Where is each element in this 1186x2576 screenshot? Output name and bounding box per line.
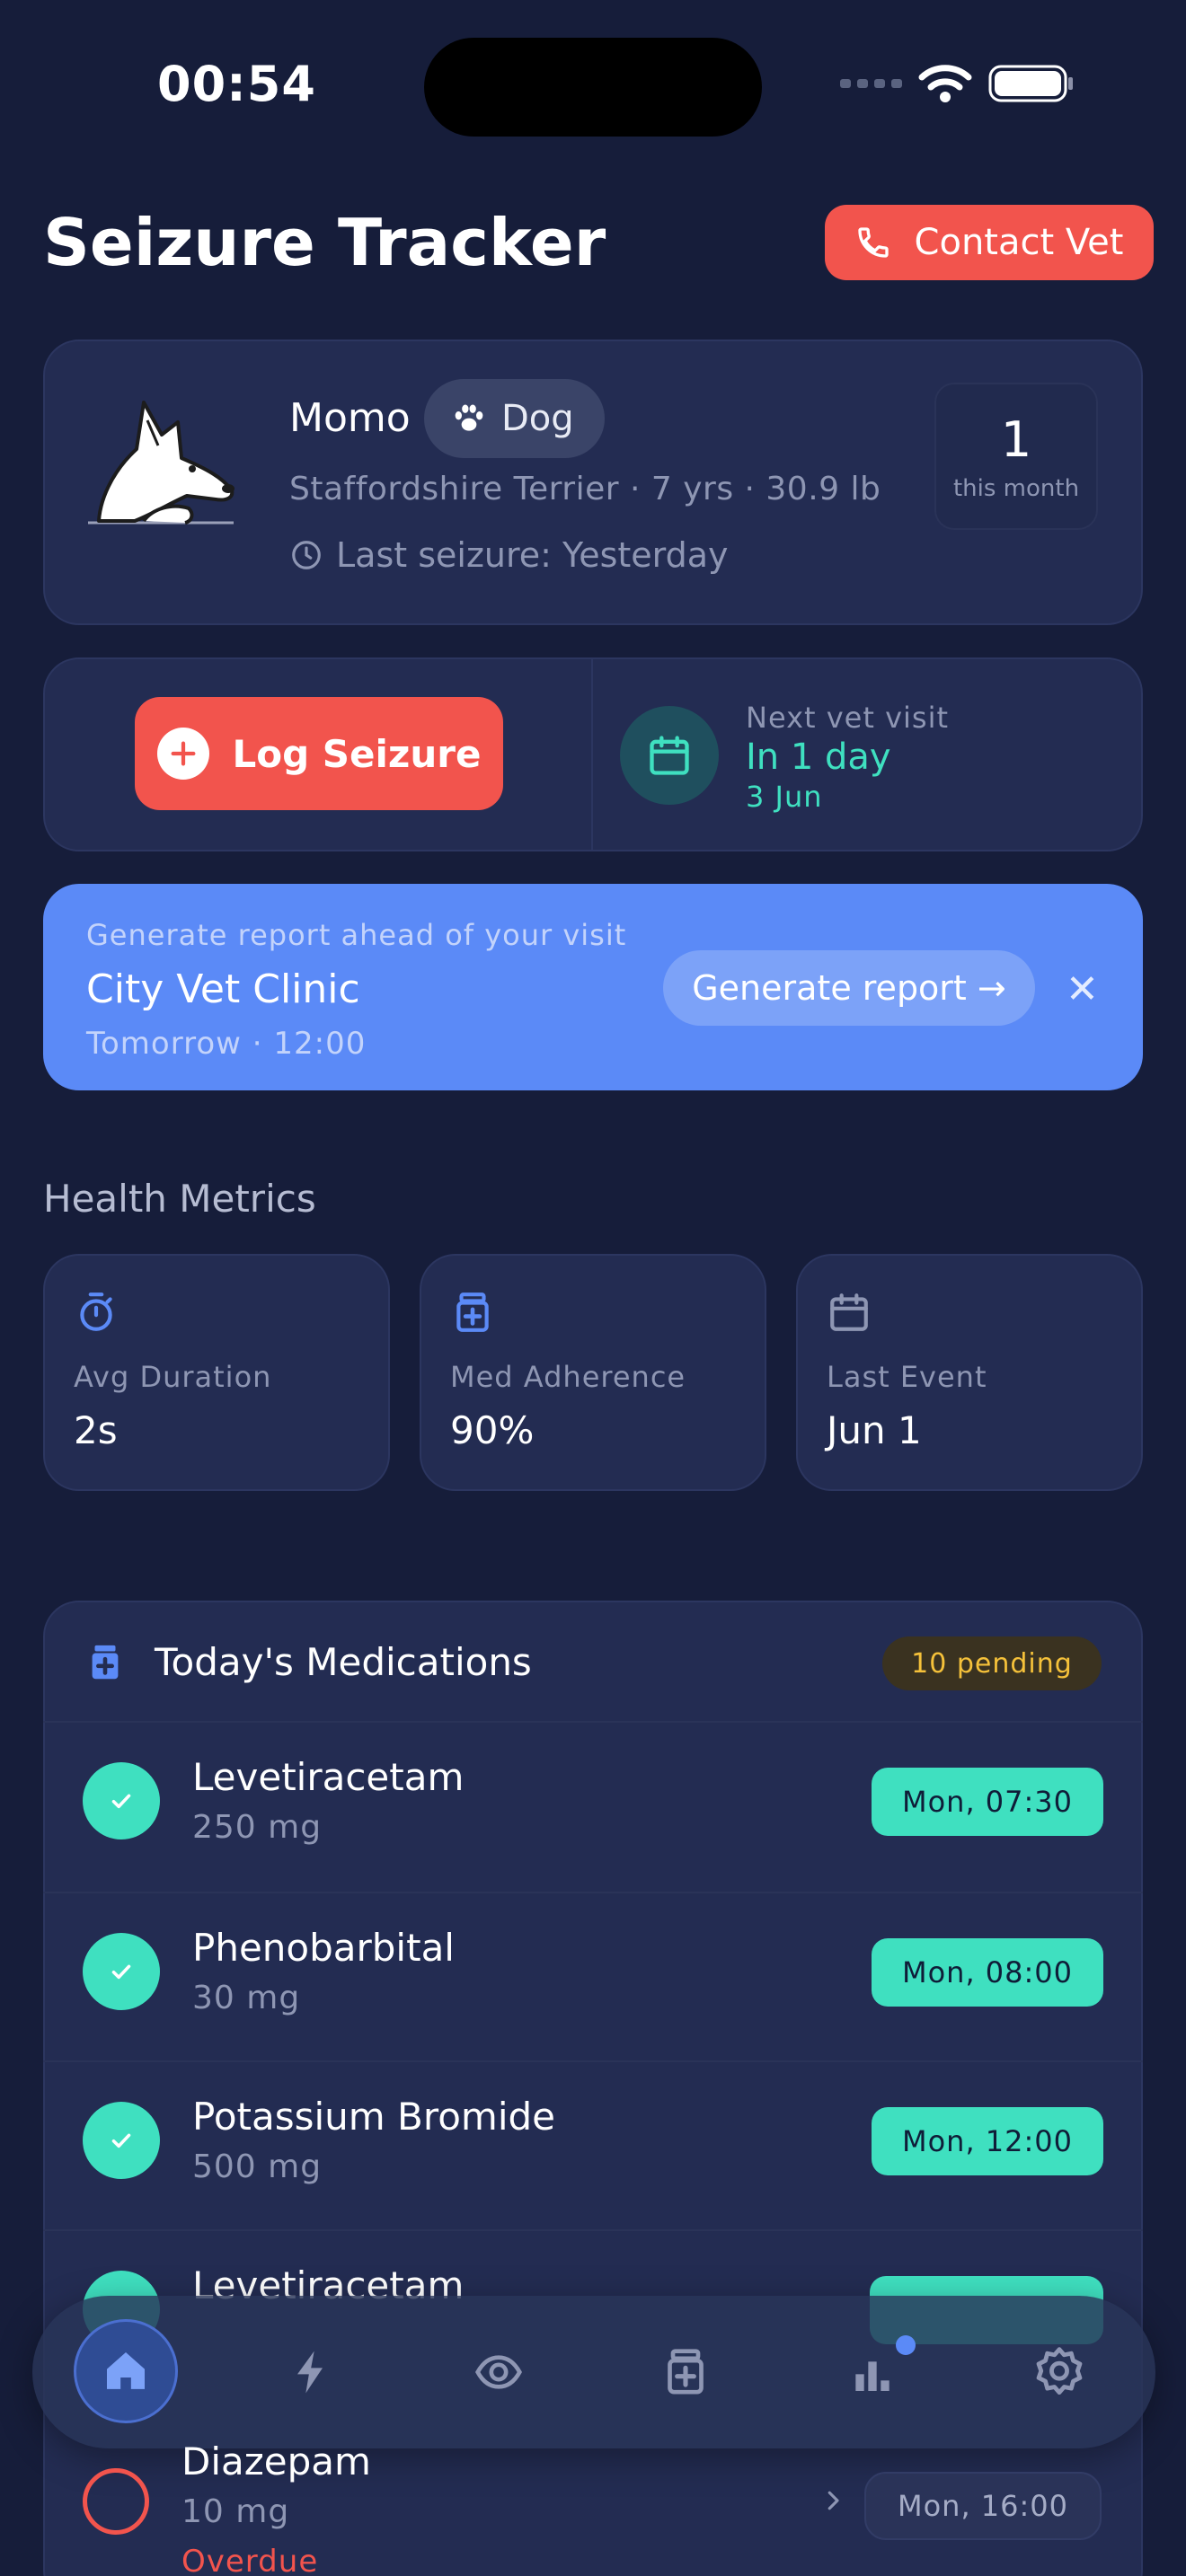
chevron-right-icon[interactable] <box>819 2483 846 2519</box>
species-label: Dog <box>501 398 574 439</box>
report-time: Tomorrow · 12:00 <box>86 1026 367 1062</box>
pending-checkbox[interactable] <box>83 2468 149 2535</box>
close-icon[interactable]: ✕ <box>1066 966 1099 1012</box>
report-hint: Generate report ahead of your visit <box>86 918 627 952</box>
eye-icon <box>475 2355 522 2389</box>
metric-label: Med Adherence <box>450 1360 686 1394</box>
dynamic-island <box>424 38 762 137</box>
medication-time: Mon, 07:30 <box>871 1768 1103 1836</box>
metric-value: 90% <box>450 1408 535 1452</box>
metric-med-adherence: Med Adherence 90% <box>420 1254 766 1491</box>
page-title: Seizure Tracker <box>43 205 606 280</box>
medications-title: Today's Medications <box>155 1640 532 1684</box>
contact-vet-button[interactable]: Contact Vet <box>825 205 1154 280</box>
metric-label: Avg Duration <box>74 1360 272 1394</box>
medication-dose: 10 mg <box>181 2493 290 2530</box>
check-icon[interactable] <box>83 2102 160 2179</box>
section-title: Health Metrics <box>43 1177 316 1221</box>
medication-row[interactable]: Phenobarbital 30 mg Mon, 08:00 <box>43 1892 1143 2060</box>
medication-icon <box>668 2349 704 2395</box>
tab-medications[interactable] <box>645 2332 726 2413</box>
metric-last-event: Last Event Jun 1 <box>796 1254 1143 1491</box>
medication-name: Levetiracetam <box>192 1755 465 1799</box>
last-seizure: Last seizure: Yesterday <box>289 535 729 575</box>
contact-vet-label: Contact Vet <box>914 222 1124 263</box>
monthly-count-value: 1 <box>1000 411 1032 468</box>
settings-icon <box>1036 2347 1083 2395</box>
home-icon <box>107 2352 145 2389</box>
clock-icon <box>292 541 321 569</box>
divider <box>591 659 593 850</box>
medication-dose: 500 mg <box>192 2148 323 2185</box>
log-seizure-button[interactable]: Log Seizure <box>135 697 503 810</box>
medication-time: Mon, 12:00 <box>871 2107 1103 2175</box>
species-badge: Dog <box>424 379 605 458</box>
check-icon[interactable] <box>83 1933 160 2010</box>
pet-name: Momo <box>289 395 411 441</box>
medication-time: Mon, 08:00 <box>871 1938 1103 2007</box>
status-time: 00:54 <box>157 56 316 112</box>
battery-icon <box>988 65 1073 102</box>
metric-value: 2s <box>74 1408 118 1452</box>
metric-value: Jun 1 <box>827 1408 922 1452</box>
medication-row[interactable]: Potassium Bromide 500 mg Mon, 12:00 <box>43 2060 1143 2229</box>
monthly-count-label: this month <box>952 475 1080 502</box>
next-visit-when: In 1 day <box>746 737 891 778</box>
calendar-icon <box>830 1293 868 1331</box>
phone-icon <box>857 227 889 258</box>
overdue-status: Overdue <box>181 2544 319 2576</box>
next-visit-calendar[interactable] <box>620 706 719 805</box>
metric-avg-duration: Avg Duration 2s <box>43 1254 390 1491</box>
metric-label: Last Event <box>827 1360 987 1394</box>
pending-badge: 10 pending <box>882 1636 1102 1690</box>
next-visit-label: Next vet visit <box>746 701 949 735</box>
chart-icon <box>855 2361 890 2391</box>
dog-avatar <box>88 401 235 525</box>
generate-report-button[interactable]: Generate report → <box>663 950 1035 1026</box>
check-icon[interactable] <box>83 1762 160 1839</box>
medication-dose: 250 mg <box>192 1809 323 1846</box>
plus-icon <box>156 728 209 780</box>
log-seizure-label: Log Seizure <box>232 731 482 776</box>
tab-settings[interactable] <box>1019 2332 1100 2413</box>
next-visit-date: 3 Jun <box>746 780 823 814</box>
paw-icon <box>455 404 483 431</box>
stopwatch-icon <box>80 1292 112 1331</box>
monthly-count: 1 this month <box>934 383 1098 530</box>
medication-name: Potassium Bromide <box>192 2095 555 2139</box>
medication-icon <box>456 1292 489 1332</box>
pet-details: Staffordshire Terrier · 7 yrs · 30.9 lb <box>289 471 881 507</box>
tab-home[interactable] <box>74 2319 178 2423</box>
medication-icon <box>92 1645 119 1680</box>
bolt-icon <box>297 2351 323 2394</box>
medication-dose: 30 mg <box>192 1980 301 2016</box>
medication-name: Phenobarbital <box>192 1926 455 1970</box>
wifi-icon <box>918 65 972 102</box>
tab-bar <box>32 2296 1155 2448</box>
report-clinic: City Vet Clinic <box>86 966 360 1012</box>
signal-icon <box>840 79 902 88</box>
tab-seizures[interactable] <box>270 2332 350 2413</box>
calendar-icon <box>650 736 689 775</box>
medication-row[interactable]: Levetiracetam 250 mg Mon, 07:30 <box>43 1721 1143 1890</box>
last-seizure-text: Last seizure: Yesterday <box>336 535 729 575</box>
notification-dot <box>896 2335 916 2355</box>
medication-time: Mon, 16:00 <box>864 2472 1102 2540</box>
tab-observe[interactable] <box>458 2332 539 2413</box>
medication-name: Diazepam <box>181 2439 371 2483</box>
status-icons <box>840 63 1075 104</box>
